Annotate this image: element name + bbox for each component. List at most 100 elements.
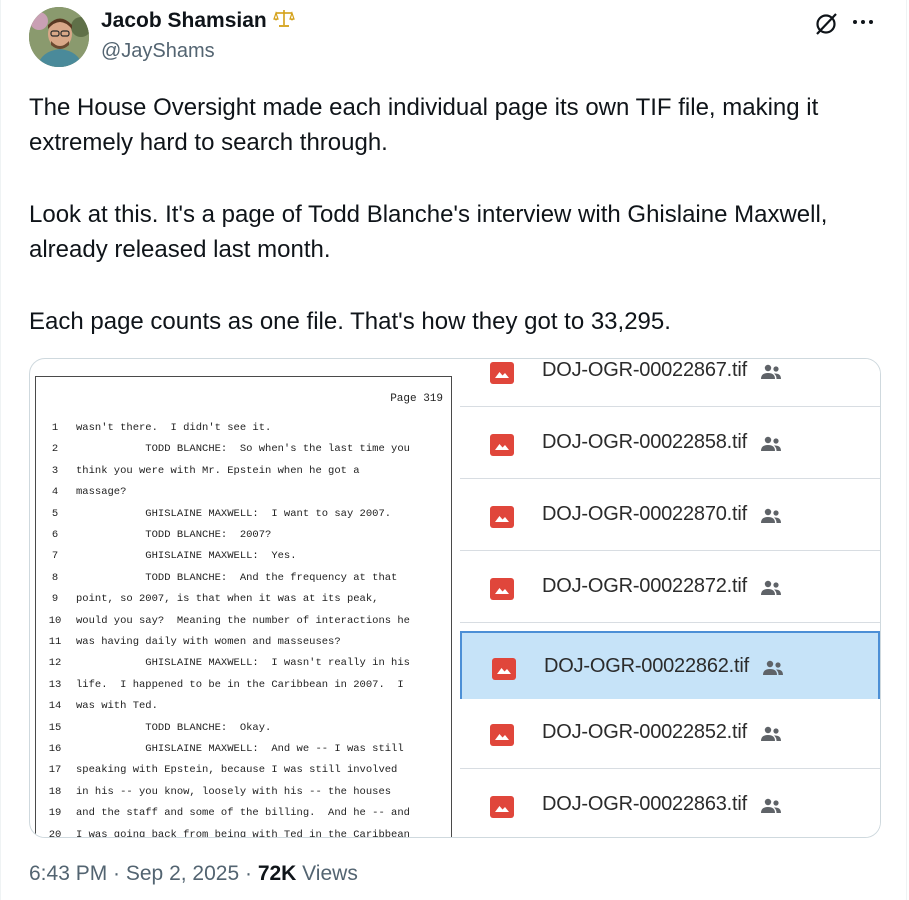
line-number: 17 xyxy=(48,764,62,777)
transcript-line: 6 TODD BLANCHE: 2007? xyxy=(36,529,451,550)
meta-separator: · xyxy=(239,862,258,885)
line-text: GHISLAINE MAXWELL: And we -- I was still xyxy=(76,743,404,755)
author-name[interactable]: Jacob Shamsian xyxy=(101,9,267,33)
line-number: 5 xyxy=(51,507,59,520)
grok-icon[interactable] xyxy=(813,11,839,37)
line-number: 2 xyxy=(51,443,59,456)
line-text: TODD BLANCHE: 2007? xyxy=(76,529,272,541)
author-name-row: Jacob Shamsian xyxy=(101,8,295,33)
line-text: was having daily with women and masseuse… xyxy=(76,636,341,648)
shared-people-icon xyxy=(759,797,783,815)
image-file-icon xyxy=(490,434,514,456)
file-row[interactable]: DOJ-OGR-00022872.tif xyxy=(460,553,880,623)
transcript-line: 12 GHISLAINE MAXWELL: I wasn't really in… xyxy=(36,657,451,678)
line-text: speaking with Epstein, because I was sti… xyxy=(76,764,398,777)
shared-people-icon xyxy=(761,659,785,677)
line-text: think you were with Mr. Epstein when he … xyxy=(76,464,360,477)
tweet-paragraph: The House Oversight made each individual… xyxy=(29,94,819,156)
line-text: life. I happened to be in the Caribbean … xyxy=(76,678,404,691)
file-row[interactable]: DOJ-OGR-00022852.tif xyxy=(460,699,880,769)
tweet-paragraph: Look at this. It's a page of Todd Blanch… xyxy=(29,201,828,263)
transcript-line: 3 think you were with Mr. Epstein when he… xyxy=(36,465,451,486)
line-number: 13 xyxy=(48,678,62,691)
image-file-icon xyxy=(490,796,514,818)
line-number: 8 xyxy=(51,571,59,584)
author-avatar[interactable] xyxy=(29,7,89,67)
file-list: DOJ-OGR-00022867.tif DOJ-OGR-00022858.tif… xyxy=(460,359,880,837)
views-count: 72K xyxy=(257,862,297,885)
line-text: TODD BLANCHE: So when's the last time yo… xyxy=(76,443,410,456)
line-text: TODD BLANCHE: Okay. xyxy=(76,721,272,734)
author-handle[interactable]: @JayShams xyxy=(101,40,215,63)
line-number: 15 xyxy=(48,721,62,734)
tweet-text: The House Oversight made each individual… xyxy=(29,90,879,339)
line-number: 6 xyxy=(51,529,59,541)
file-row[interactable]: DOJ-OGR-00022862.tif xyxy=(460,631,880,701)
file-name: DOJ-OGR-00022870.tif xyxy=(542,503,747,525)
file-row[interactable]: DOJ-OGR-00022870.tif xyxy=(460,481,880,551)
transcript-line: 13 life. I happened to be in the Caribbea… xyxy=(36,679,451,700)
transcript-line: 20 I was going back from being with Ted i… xyxy=(36,828,451,838)
image-file-icon xyxy=(490,724,514,746)
transcript-line: 19 and the staff and some of the billing.… xyxy=(36,807,451,828)
more-options-icon[interactable] xyxy=(851,10,875,40)
line-number: 16 xyxy=(48,743,62,755)
transcript-line: 11 was having daily with women and masseu… xyxy=(36,636,451,657)
file-name: DOJ-OGR-00022858.tif xyxy=(542,431,747,453)
line-text: would you say? Meaning the number of int… xyxy=(76,614,410,627)
line-number: 3 xyxy=(51,464,59,477)
line-number: 14 xyxy=(48,700,62,713)
line-number: 7 xyxy=(51,550,59,563)
line-number: 11 xyxy=(48,636,62,648)
transcript-line: 4 massage? xyxy=(36,486,451,507)
line-number: 18 xyxy=(48,785,62,798)
file-name: DOJ-OGR-00022872.tif xyxy=(542,575,747,597)
transcript-line: 14 was with Ted. xyxy=(36,700,451,721)
file-name: DOJ-OGR-00022852.tif xyxy=(542,721,747,743)
line-number: 9 xyxy=(51,593,59,606)
tweet-card: Jacob Shamsian @JayShams The House Overs… xyxy=(0,0,907,900)
shared-people-icon xyxy=(759,725,783,743)
line-text: in his -- you know, loosely with his -- … xyxy=(76,785,392,798)
transcript-line: 18 in his -- you know, loosely with his -… xyxy=(36,786,451,807)
image-file-icon xyxy=(490,506,514,528)
line-text: GHISLAINE MAXWELL: Yes. xyxy=(76,550,297,563)
timestamp[interactable]: 6:43 PM · Sep 2, 2025 xyxy=(29,862,239,885)
line-text: wasn't there. I didn't see it. xyxy=(76,422,272,434)
file-row[interactable]: DOJ-OGR-00022867.tif xyxy=(460,359,880,407)
image-file-icon xyxy=(492,658,516,680)
tweet-media[interactable]: Page 319 1 wasn't there. I didn't see it.… xyxy=(29,358,881,838)
tweet-paragraph: Each page counts as one file. That's how… xyxy=(29,308,671,335)
file-name: DOJ-OGR-00022867.tif xyxy=(542,359,747,381)
transcript-page: Page 319 1 wasn't there. I didn't see it.… xyxy=(35,376,452,838)
transcript-line: 9 point, so 2007, is that when it was at … xyxy=(36,593,451,614)
file-name: DOJ-OGR-00022862.tif xyxy=(544,655,749,677)
file-row[interactable]: DOJ-OGR-00022863.tif xyxy=(460,771,880,837)
line-number: 19 xyxy=(48,807,62,820)
transcript-line: 2 TODD BLANCHE: So when's the last time … xyxy=(36,443,451,464)
line-text: TODD BLANCHE: And the frequency at that xyxy=(76,571,398,584)
shared-people-icon xyxy=(759,507,783,525)
line-number: 12 xyxy=(48,657,62,670)
line-text: and the staff and some of the billing. A… xyxy=(76,807,410,820)
image-file-icon xyxy=(490,362,514,384)
transcript-line: 5 GHISLAINE MAXWELL: I want to say 2007. xyxy=(36,508,451,529)
views-label: Views xyxy=(296,862,358,885)
shared-people-icon xyxy=(759,579,783,597)
line-number: 10 xyxy=(48,614,62,627)
transcript-line: 15 TODD BLANCHE: Okay. xyxy=(36,722,451,743)
page-number: Page 319 xyxy=(390,393,443,405)
line-text: point, so 2007, is that when it was at i… xyxy=(76,593,379,606)
file-row[interactable]: DOJ-OGR-00022858.tif xyxy=(460,409,880,479)
line-number: 4 xyxy=(51,486,59,499)
line-text: massage? xyxy=(76,486,127,499)
file-name: DOJ-OGR-00022863.tif xyxy=(542,793,747,815)
transcript-line: 1 wasn't there. I didn't see it. xyxy=(36,422,451,443)
line-text: GHISLAINE MAXWELL: I want to say 2007. xyxy=(76,507,392,520)
line-number: 1 xyxy=(51,422,59,434)
shared-people-icon xyxy=(759,363,783,381)
line-text: I was going back from being with Ted in … xyxy=(76,828,410,838)
line-text: GHISLAINE MAXWELL: I wasn't really in hi… xyxy=(76,657,410,670)
tweet-meta: 6:43 PM · Sep 2, 2025 · 72K Views xyxy=(29,862,358,886)
line-text: was with Ted. xyxy=(76,700,158,713)
